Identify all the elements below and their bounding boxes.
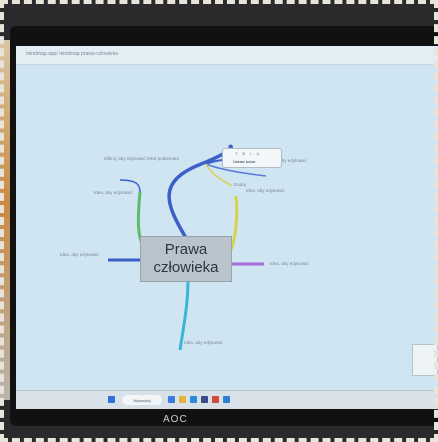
corner-panel[interactable] (412, 344, 438, 376)
branch-label-left-top[interactable]: Idea, aby edytować (94, 190, 133, 195)
mindmap-branches (108, 144, 267, 351)
screen: mindmap.app/ mindmap prawa-czlowieka Ide… (16, 46, 438, 390)
url-text: mindmap.app/ mindmap prawa-czlowieka (26, 51, 118, 57)
mindmap-canvas[interactable]: Idea, aby edytować Idea, aby edytować Id… (16, 64, 438, 390)
mail-icon[interactable] (223, 396, 230, 403)
branch-label-bottom[interactable]: Idea, aby edytować (184, 340, 223, 345)
app-icon[interactable] (212, 396, 219, 403)
central-topic-line2: człowieka (153, 259, 219, 276)
branch-label-right[interactable]: Idea, aby edytować (270, 261, 309, 266)
format-popup-label[interactable]: Ustaw kolor (233, 159, 256, 164)
central-topic[interactable]: Prawa człowieka (140, 236, 232, 282)
central-topic-line1: Prawa (164, 241, 208, 258)
branch-label-left[interactable]: Idea, aby edytować (60, 252, 99, 257)
windows-start-icon[interactable] (108, 396, 115, 403)
format-popup[interactable]: T B I U Ustaw kolor (222, 148, 282, 168)
taskview-icon[interactable] (168, 396, 175, 403)
format-icons[interactable]: T B I U (235, 151, 261, 156)
monitor-brand-logo: AOC (163, 414, 188, 425)
branch-label-top-left[interactable]: Kliknij, aby edytować tekst podtematu (104, 156, 179, 161)
taskbar: Wyszukaj (16, 390, 438, 409)
browser-address-bar[interactable]: mindmap.app/ mindmap prawa-czlowieka (16, 46, 438, 65)
taskbar-search[interactable]: Wyszukaj (122, 395, 162, 405)
branch-label-top-small[interactable]: Dodaj (234, 182, 246, 187)
store-icon[interactable] (201, 396, 208, 403)
edge-icon[interactable] (190, 396, 197, 403)
file-explorer-icon[interactable] (179, 396, 186, 403)
taskbar-search-label: Wyszukaj (133, 397, 151, 403)
branch-label-right-top[interactable]: Idea, aby edytować (246, 188, 285, 193)
